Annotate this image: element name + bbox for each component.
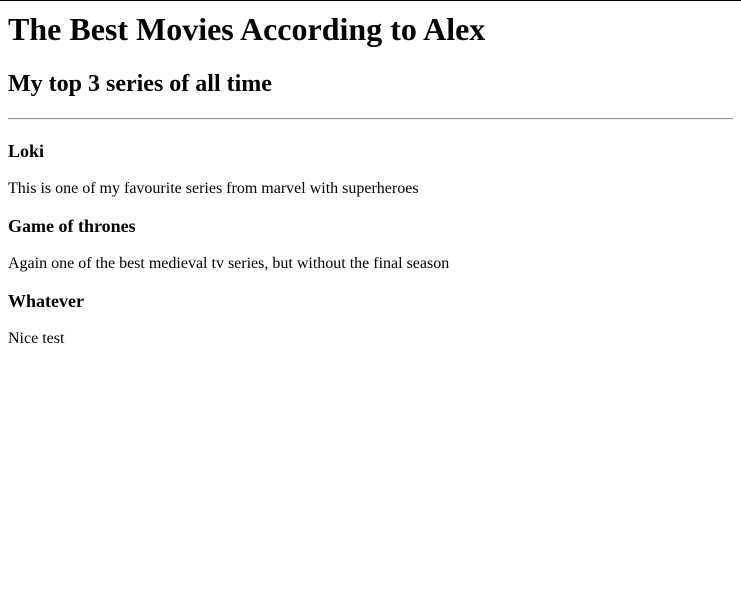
series-item-whatever: Whatever Nice test: [8, 291, 733, 348]
page-content: The Best Movies According to Alex My top…: [0, 11, 741, 348]
series-list: Loki This is one of my favourite series …: [8, 141, 733, 348]
series-title: Game of thrones: [8, 216, 136, 236]
series-description: Nice test: [8, 330, 65, 347]
series-description: This is one of my favourite series from …: [8, 180, 419, 197]
series-title: Whatever: [8, 291, 84, 311]
series-description: Again one of the best medieval tv series…: [8, 255, 450, 272]
series-title: Loki: [8, 141, 45, 161]
page-title: The Best Movies According to Alex: [8, 11, 486, 47]
series-item-loki: Loki This is one of my favourite series …: [8, 141, 733, 198]
page-subtitle: My top 3 series of all time: [8, 71, 272, 97]
series-item-game-of-thrones: Game of thrones Again one of the best me…: [8, 216, 733, 273]
divider: [8, 118, 733, 120]
